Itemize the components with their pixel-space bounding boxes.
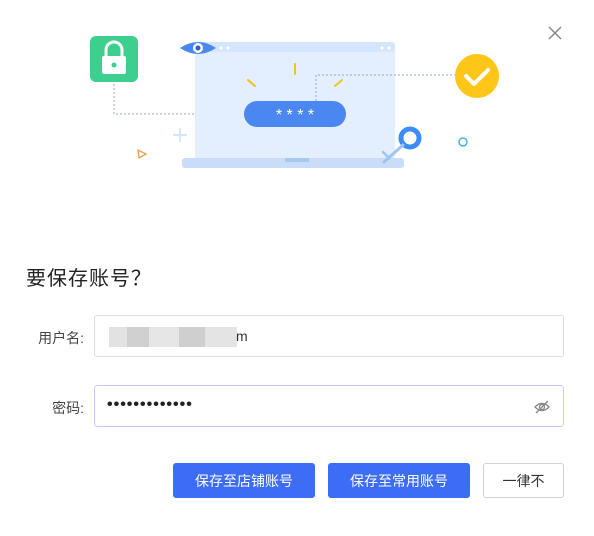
save-to-common-account-button[interactable]: 保存至常用账号 <box>328 463 470 498</box>
username-visible-text: m <box>236 328 248 344</box>
close-icon <box>548 26 562 40</box>
username-masked-value <box>109 327 237 347</box>
close-button[interactable] <box>546 24 564 42</box>
dialog-title: 要保存账号？ <box>26 268 152 290</box>
save-account-dialog: * * * * 要保存账号？ 用户名: m 密码: ••••••••••••• … <box>0 0 594 536</box>
check-icon <box>455 54 499 98</box>
username-label: 用户名: <box>38 330 84 346</box>
lock-icon <box>90 36 138 82</box>
password-field[interactable]: ••••••••••••• <box>94 385 564 427</box>
toggle-password-visibility-button[interactable] <box>533 398 551 416</box>
password-masked-value: ••••••••••••• <box>107 396 193 413</box>
password-label: 密码: <box>52 400 84 416</box>
save-to-shop-account-button[interactable]: 保存至店铺账号 <box>173 463 315 498</box>
save-password-illustration: * * * * <box>90 36 499 168</box>
eye-hidden-icon <box>534 400 550 414</box>
password-stars: * * * * <box>276 107 314 124</box>
username-field[interactable]: m <box>94 315 564 357</box>
never-save-button[interactable]: 一律不 <box>483 463 564 498</box>
